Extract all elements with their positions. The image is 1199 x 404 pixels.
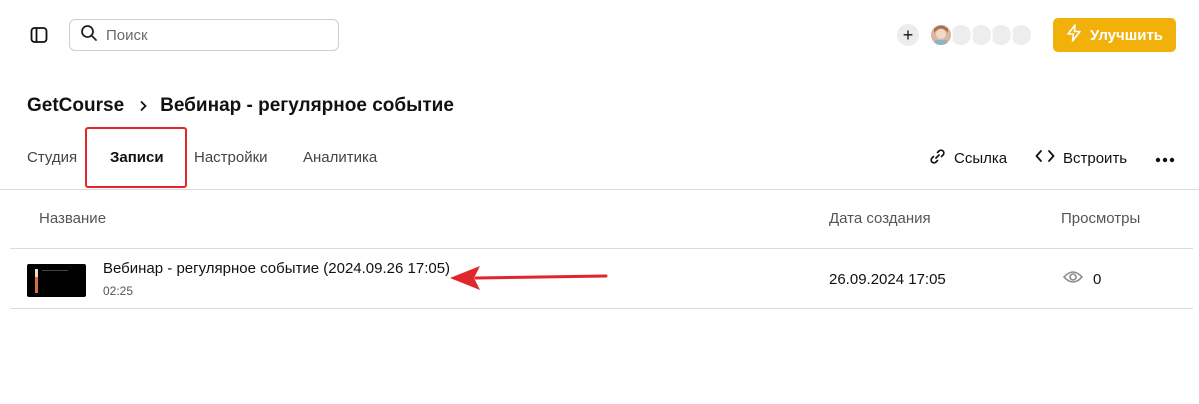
- highlight-box: [85, 127, 187, 188]
- code-icon: [1035, 148, 1055, 168]
- eye-icon: [1062, 270, 1084, 288]
- recording-created-date: 26.09.2024 17:05: [829, 271, 946, 288]
- tab-settings[interactable]: Настройки: [194, 149, 268, 166]
- column-header-created[interactable]: Дата создания: [829, 210, 931, 227]
- breadcrumb: GetCourse Вебинар - регулярное событие: [27, 95, 454, 117]
- collaborator-avatars[interactable]: [929, 23, 1039, 47]
- plus-icon: +: [902, 25, 914, 45]
- embed-label: Встроить: [1063, 149, 1128, 167]
- tab-analytics[interactable]: Аналитика: [303, 149, 377, 166]
- more-icon: [1155, 150, 1175, 167]
- chevron-right-icon: [138, 100, 148, 112]
- column-header-name[interactable]: Название: [39, 210, 106, 227]
- user-avatar: [929, 23, 953, 47]
- breadcrumb-root[interactable]: GetCourse: [27, 95, 124, 117]
- link-label: Ссылка: [954, 150, 1008, 167]
- upgrade-label: Улучшить: [1089, 26, 1164, 44]
- views-count: 0: [1093, 270, 1102, 288]
- link-button[interactable]: Ссылка: [929, 148, 1007, 169]
- sidebar-toggle-icon[interactable]: [26, 22, 52, 48]
- add-button[interactable]: +: [897, 24, 919, 46]
- recording-title[interactable]: Вебинар - регулярное событие (2024.09.26…: [103, 260, 450, 277]
- search-input[interactable]: [106, 26, 326, 44]
- link-icon: [929, 148, 946, 169]
- recording-thumbnail[interactable]: [27, 264, 86, 297]
- tab-studio[interactable]: Студия: [27, 149, 77, 166]
- divider: [10, 248, 1193, 249]
- annotation-arrow: [450, 266, 608, 290]
- upgrade-button[interactable]: Улучшить: [1053, 18, 1176, 52]
- search-box[interactable]: [69, 19, 339, 51]
- divider: [0, 189, 1199, 190]
- search-icon: [80, 24, 98, 47]
- recording-duration: 02:25: [103, 284, 134, 298]
- lightning-icon: [1066, 24, 1082, 46]
- recording-views: 0: [1062, 270, 1102, 288]
- divider: [10, 308, 1193, 309]
- column-header-views[interactable]: Просмотры: [1061, 210, 1140, 227]
- more-button[interactable]: [1155, 150, 1175, 167]
- page-title: Вебинар - регулярное событие: [160, 95, 454, 116]
- top-bar: + Улучшить: [0, 0, 1199, 72]
- embed-button[interactable]: Встроить: [1035, 148, 1127, 168]
